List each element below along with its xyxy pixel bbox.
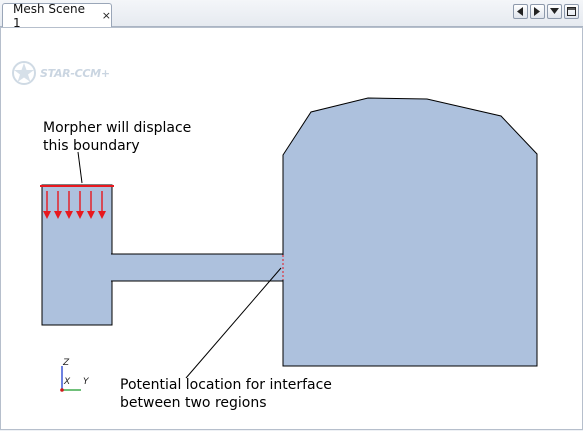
tab-list-dropdown-icon[interactable] xyxy=(547,4,562,19)
scroll-right-icon[interactable] xyxy=(530,4,545,19)
axis-y-label: Y xyxy=(83,377,89,387)
scene-viewport[interactable]: STAR-CCM+ Morpher will displace this bou… xyxy=(0,27,583,430)
tab-navigation xyxy=(513,4,579,19)
interface-annotation-line1: Potential location for interface xyxy=(120,377,332,393)
tab-bar: Mesh Scene 1 × xyxy=(0,0,583,30)
maximize-icon[interactable] xyxy=(564,4,579,19)
main-body-region xyxy=(282,97,538,367)
tab-mesh-scene-1[interactable]: Mesh Scene 1 × xyxy=(2,1,112,30)
morpher-annotation-line1: Morpher will displace xyxy=(43,120,192,136)
axis-x-label: X xyxy=(64,377,71,387)
morpher-leader-line xyxy=(77,151,83,184)
tab-title: Mesh Scene 1 xyxy=(13,1,85,30)
close-icon[interactable]: × xyxy=(98,9,111,22)
interface-leader-line xyxy=(185,267,282,379)
channel-region xyxy=(111,254,283,281)
scroll-left-icon[interactable] xyxy=(513,4,528,19)
mesh-scene-window: Mesh Scene 1 × STAR-CCM+ Morpher will di… xyxy=(0,0,583,430)
axis-z-label: Z xyxy=(63,358,70,368)
mesh-geometry xyxy=(40,97,538,392)
interface-annotation-line2: between two regions xyxy=(120,395,267,411)
morpher-annotation-line2: this boundary xyxy=(43,138,140,154)
